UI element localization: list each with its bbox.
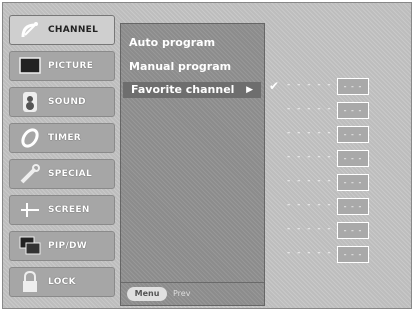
channel-slot-box[interactable]: - - - xyxy=(337,246,369,263)
channel-slot-box[interactable]: - - - xyxy=(337,102,369,119)
sidebar-item-timer[interactable]: TIMER xyxy=(9,123,115,153)
menu-item-favorite-channel[interactable]: Favorite channel ▶ xyxy=(123,82,261,98)
channel-slot-box[interactable]: - - - xyxy=(337,78,369,95)
channel-slot-box[interactable]: - - - xyxy=(337,126,369,143)
tv-screen-icon xyxy=(16,55,44,77)
favorite-row[interactable]: - - - - - - - - xyxy=(267,101,407,123)
favorite-row[interactable]: - - - - - - - - xyxy=(267,149,407,171)
sidebar-item-special[interactable]: SPECIAL xyxy=(9,159,115,189)
arrow-right-icon: ▶ xyxy=(246,85,253,95)
satellite-dish-icon xyxy=(16,19,44,41)
favorite-row[interactable]: - - - - - - - - xyxy=(267,221,407,243)
padlock-icon xyxy=(16,271,44,293)
sidebar-item-label: LOCK xyxy=(48,277,76,287)
speaker-icon xyxy=(16,91,44,113)
checkmark-icon: ✔ xyxy=(269,79,280,93)
channel-number-placeholder: - - - - - xyxy=(287,80,333,90)
channel-slot-box[interactable]: - - - xyxy=(337,174,369,191)
favorite-row[interactable]: - - - - - - - - xyxy=(267,125,407,147)
osd-frame: CHANNEL PICTURE SOUND TIMER SPECIAL SCRE… xyxy=(2,2,412,309)
sidebar-item-label: PICTURE xyxy=(48,61,94,71)
sidebar-item-screen[interactable]: SCREEN xyxy=(9,195,115,225)
crosshair-icon xyxy=(16,199,44,221)
sidebar-item-label: CHANNEL xyxy=(48,25,99,35)
favorite-channel-list: ✔ - - - - - - - - - - - - - - - - - - - … xyxy=(267,15,412,306)
favorite-row[interactable]: ✔ - - - - - - - - xyxy=(267,77,407,99)
sidebar-item-label: SCREEN xyxy=(48,205,90,215)
channel-submenu: Auto program Manual program Favorite cha… xyxy=(120,23,265,306)
channel-number-placeholder: - - - - - xyxy=(287,104,333,114)
sidebar-item-picture[interactable]: PICTURE xyxy=(9,51,115,81)
sidebar-item-lock[interactable]: LOCK xyxy=(9,267,115,297)
sidebar-item-channel[interactable]: CHANNEL xyxy=(9,15,115,45)
sidebar-item-label: TIMER xyxy=(48,133,82,143)
channel-slot-box[interactable]: - - - xyxy=(337,198,369,215)
channel-number-placeholder: - - - - - xyxy=(287,176,333,186)
favorite-row[interactable]: - - - - - - - - xyxy=(267,173,407,195)
menu-footer: Menu Prev xyxy=(121,282,264,305)
sidebar-item-pipdw[interactable]: PIP/DW xyxy=(9,231,115,261)
menu-item-auto-program[interactable]: Auto program xyxy=(129,36,215,49)
channel-number-placeholder: - - - - - xyxy=(287,248,333,258)
sidebar-item-label: PIP/DW xyxy=(48,241,88,251)
prev-label: Prev xyxy=(173,289,191,298)
tools-icon xyxy=(16,163,44,185)
channel-number-placeholder: - - - - - xyxy=(287,128,333,138)
menu-button[interactable]: Menu xyxy=(127,287,167,301)
channel-number-placeholder: - - - - - xyxy=(287,224,333,234)
favorite-row[interactable]: - - - - - - - - xyxy=(267,245,407,267)
channel-number-placeholder: - - - - - xyxy=(287,200,333,210)
channel-slot-box[interactable]: - - - xyxy=(337,222,369,239)
channel-slot-box[interactable]: - - - xyxy=(337,150,369,167)
favorite-row[interactable]: - - - - - - - - xyxy=(267,197,407,219)
channel-number-placeholder: - - - - - xyxy=(287,152,333,162)
sidebar-item-label: SOUND xyxy=(48,97,86,107)
menu-item-label: Favorite channel xyxy=(131,83,235,96)
menu-item-manual-program[interactable]: Manual program xyxy=(129,60,231,73)
clock-icon xyxy=(16,127,44,149)
sidebar: CHANNEL PICTURE SOUND TIMER SPECIAL SCRE… xyxy=(9,15,117,305)
sidebar-item-sound[interactable]: SOUND xyxy=(9,87,115,117)
pip-windows-icon xyxy=(16,235,44,257)
sidebar-item-label: SPECIAL xyxy=(48,169,92,179)
